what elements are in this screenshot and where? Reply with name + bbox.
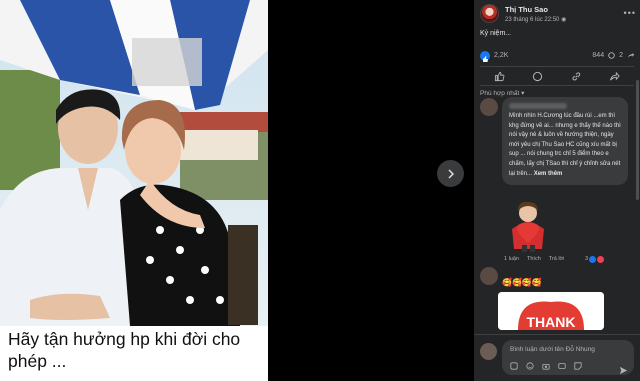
thumbs-up-icon — [494, 71, 504, 81]
chevron-down-icon: ▾ — [521, 90, 525, 97]
comment-input[interactable]: Bình luận dưới tên Đỗ Nhung — [502, 340, 634, 375]
like-button[interactable] — [492, 69, 506, 83]
post-photo[interactable] — [0, 0, 268, 326]
speech-bubble-icon — [533, 71, 543, 81]
reaction-count: 2,2K — [494, 52, 509, 59]
chevron-right-icon — [448, 169, 454, 178]
see-more-link[interactable]: Xem thêm — [534, 171, 563, 177]
reaction-summary[interactable]: 2,2K 844 2 — [480, 51, 634, 63]
photo-viewer: Hãy tận hưởng hp khi đời cho phép ... Th… — [0, 0, 640, 381]
link-icon — [572, 71, 581, 80]
like-comment-button[interactable]: Thích — [527, 256, 541, 262]
share-icon — [627, 52, 634, 58]
composer-tools — [510, 362, 582, 370]
comment-icon — [608, 52, 615, 59]
post-actions — [480, 69, 634, 83]
divider — [480, 66, 634, 67]
share-arrow-icon — [610, 71, 621, 80]
next-photo-button[interactable] — [437, 160, 464, 187]
commenter-avatar[interactable] — [480, 98, 498, 116]
sticker-icon[interactable] — [510, 362, 518, 370]
current-user-avatar — [480, 343, 497, 360]
comment-reaction-summary[interactable]: 3 — [584, 255, 604, 263]
author-avatar[interactable] — [480, 4, 499, 23]
scrollbar[interactable] — [636, 80, 639, 200]
comment-image[interactable]: THANK — [498, 292, 604, 330]
comment-count[interactable]: 844 — [592, 52, 604, 59]
comment-sticker — [504, 199, 552, 253]
comment-button[interactable] — [531, 69, 545, 83]
photo-panel: Hãy tận hưởng hp khi đời cho phép ... — [0, 0, 268, 381]
post-text: Kỷ niệm... — [480, 30, 512, 37]
comment-age: 1 luận — [504, 256, 519, 262]
photo-caption: Hãy tận hưởng hp khi đời cho phép ... — [8, 329, 241, 371]
gif-icon[interactable] — [558, 362, 566, 370]
comment-meta: 1 luận Thích Trả lời 3 — [504, 254, 604, 264]
share-count[interactable]: 2 — [619, 52, 623, 59]
comment-sort-dropdown[interactable]: Phù hợp nhất ▾ — [480, 89, 524, 97]
comment-composer: Bình luận dưới tên Đỗ Nhung — [474, 334, 640, 381]
comment-reaction-count: 3 — [584, 256, 588, 262]
engagement-counts: 844 2 — [592, 52, 634, 59]
author-name[interactable]: Thị Thu Sao — [505, 5, 548, 14]
timestamp-text: 23 tháng 6 lúc 22:50 — [505, 17, 560, 23]
post-timestamp[interactable]: 23 tháng 6 lúc 22:50 ◉ — [505, 16, 566, 23]
share-button[interactable] — [608, 69, 622, 83]
like-reaction-icon — [480, 51, 490, 62]
copy-link-button[interactable] — [569, 69, 583, 83]
emoji-icon[interactable] — [526, 362, 534, 370]
comment-emoji-text: 🥰🥰🥰🥰 — [502, 278, 542, 287]
comment-bubble: Mình nhìn H.Cương lúc đầu rùi ...em thì … — [502, 97, 628, 186]
globe-icon: ◉ — [561, 17, 567, 23]
camera-icon[interactable] — [542, 362, 550, 370]
sticker-face-icon[interactable] — [574, 362, 582, 370]
commenter-name-blurred[interactable] — [509, 103, 567, 109]
divider — [480, 85, 634, 86]
like-reaction-icon — [589, 255, 596, 263]
sort-label: Phù hợp nhất — [480, 90, 520, 97]
love-reaction-icon — [597, 255, 604, 263]
commenter-avatar[interactable] — [480, 267, 498, 285]
thank-card-text: THANK — [527, 314, 576, 330]
more-options-icon[interactable]: ••• — [624, 8, 636, 18]
send-icon[interactable] — [619, 362, 628, 380]
post-header: Thị Thu Sao 23 tháng 6 lúc 22:50 ◉ ••• — [480, 4, 636, 26]
comment-text: Mình nhìn H.Cương lúc đầu rùi ...em thì … — [509, 112, 621, 179]
comment-body: Mình nhìn H.Cương lúc đầu rùi ...em thì … — [509, 113, 621, 177]
viewer-background — [268, 0, 474, 381]
reply-comment-button[interactable]: Trả lời — [549, 256, 565, 262]
comment-input-placeholder: Bình luận dưới tên Đỗ Nhung — [510, 346, 595, 353]
